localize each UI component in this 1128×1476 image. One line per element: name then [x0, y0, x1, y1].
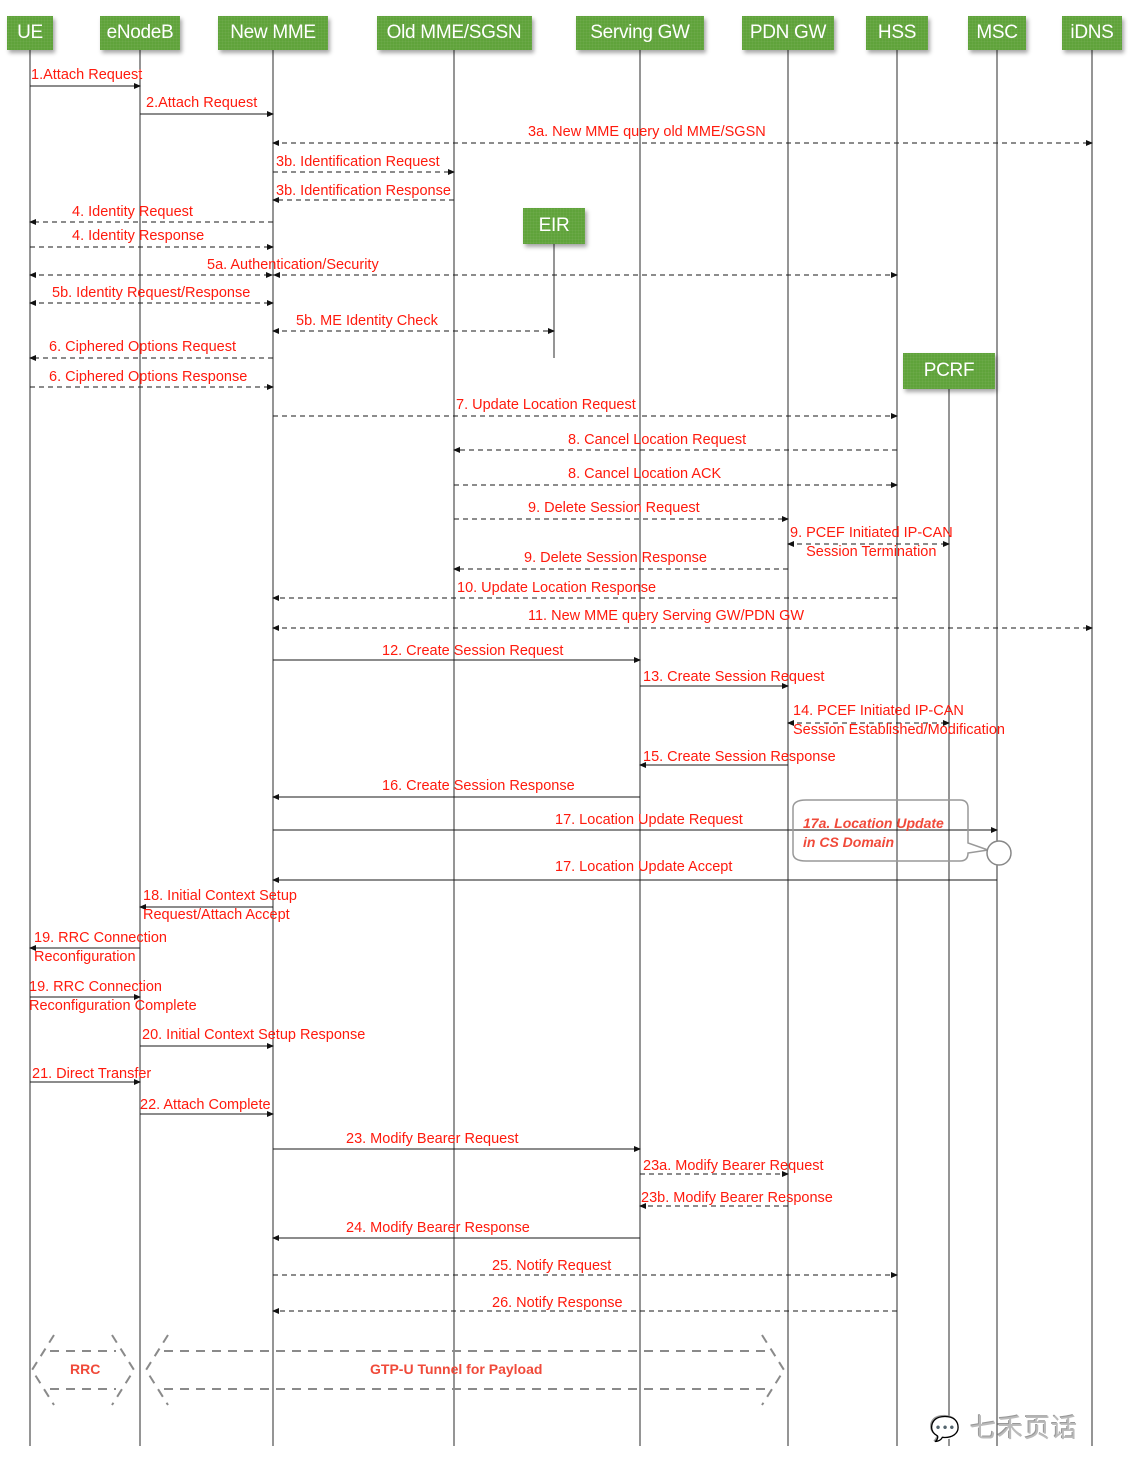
message-label: 20. Initial Context Setup Response [142, 1027, 366, 1043]
message-label: 5a. Authentication/Security [207, 257, 379, 273]
participant-idns: iDNS [1062, 16, 1122, 50]
participant-hss: HSS [866, 16, 928, 50]
message-label: 1.Attach Request [31, 67, 143, 83]
message-label: 4. Identity Response [72, 228, 205, 244]
participant-eir: EIR [523, 208, 585, 244]
message-label: 15. Create Session Response [643, 749, 836, 765]
note-17a: 17a. Location Update in CS Domain [803, 815, 944, 850]
message-label: 3b. Identification Request [276, 154, 440, 170]
message-label: 4. Identity Request [72, 204, 193, 220]
participant-ue: UE [7, 16, 53, 50]
message-label: 11. New MME query Serving GW/PDN GW [528, 608, 805, 624]
message-label: 16. Create Session Response [382, 778, 575, 794]
watermark-text: 七禾页话 [970, 1414, 1079, 1444]
message-label: 9. Delete Session Request [528, 500, 700, 516]
message-label: 6. Ciphered Options Response [49, 369, 248, 385]
message-label: 23a. Modify Bearer Request [643, 1158, 824, 1174]
note-anchor-circle [986, 840, 1012, 866]
message-label: 6. Ciphered Options Request [49, 339, 236, 355]
message-label: 18. Initial Context Setup Request/Attach… [143, 888, 297, 923]
message-label: 5b. Identity Request/Response [52, 285, 251, 301]
message-label: 3b. Identification Response [276, 183, 451, 199]
message-label: 22. Attach Complete [140, 1097, 271, 1113]
message-label: 23. Modify Bearer Request [346, 1131, 519, 1147]
message-label: 10. Update Location Response [457, 580, 657, 596]
message-label: 8. Cancel Location Request [568, 432, 747, 448]
message-label: 24. Modify Bearer Response [346, 1220, 530, 1236]
message-label: 17. Location Update Accept [555, 859, 733, 875]
watermark: 💬 七禾页话 [930, 1408, 1078, 1445]
participant-old_mme: Old MME/SGSN [376, 16, 532, 50]
message-label: 9. Delete Session Response [524, 550, 707, 566]
participant-new_mme: New MME [218, 16, 328, 50]
wechat-icon: 💬 [930, 1415, 961, 1443]
gtp-u-band-label: GTP-U Tunnel for Payload [370, 1361, 543, 1377]
participant-msc: MSC [968, 16, 1026, 50]
rrc-band-label: RRC [70, 1361, 101, 1377]
message-label: 5b. ME Identity Check [296, 313, 438, 329]
participant-pgw: PDN GW [742, 16, 834, 50]
message-label: 19. RRC Connection Reconfiguration [34, 930, 167, 965]
message-label: 23b. Modify Bearer Response [641, 1190, 833, 1206]
message-label: 7. Update Location Request [456, 397, 636, 413]
message-label: 2.Attach Request [146, 95, 258, 111]
message-label: 19. RRC Connection Reconfiguration Compl… [29, 979, 197, 1014]
message-label: 12. Create Session Request [382, 643, 564, 659]
message-label: 8. Cancel Location ACK [568, 466, 722, 482]
message-label: 13. Create Session Request [643, 669, 825, 685]
message-label: 9. PCEF Initiated IP-CAN Session Termina… [790, 525, 953, 560]
message-label: 14. PCEF Initiated IP-CAN Session Establ… [793, 703, 1005, 738]
participant-pcrf: PCRF [903, 353, 995, 389]
participant-enodeb: eNodeB [100, 16, 180, 50]
message-label: 25. Notify Request [492, 1258, 612, 1274]
participant-sgw: Serving GW [576, 16, 704, 50]
message-label: 17. Location Update Request [555, 812, 743, 828]
message-label: 3a. New MME query old MME/SGSN [528, 124, 766, 140]
message-label: 21. Direct Transfer [32, 1066, 152, 1082]
message-label: 26. Notify Response [492, 1295, 623, 1311]
